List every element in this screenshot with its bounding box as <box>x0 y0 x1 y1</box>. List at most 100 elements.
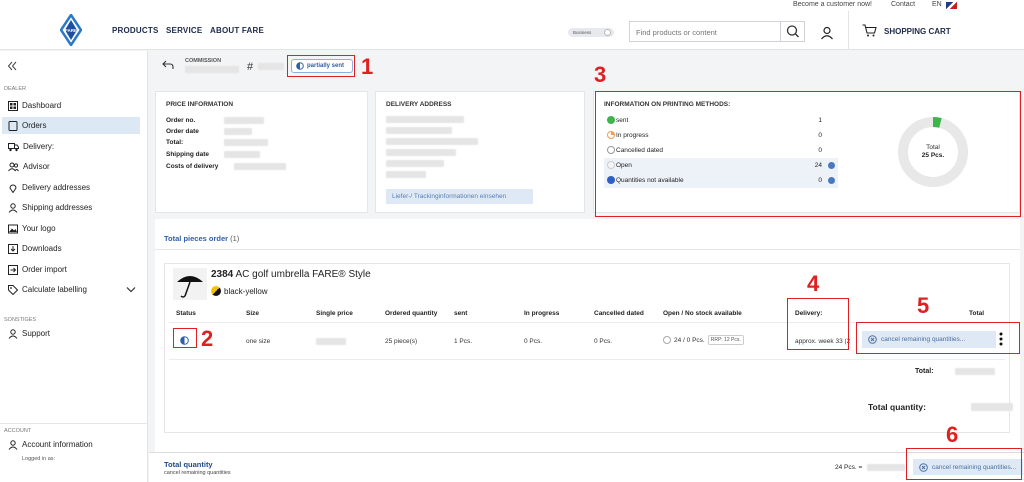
search-input[interactable] <box>630 23 778 42</box>
address-line-redacted <box>386 160 444 167</box>
annotation-box-1 <box>287 55 355 77</box>
row-divider <box>169 359 1005 360</box>
col-sent: sent <box>454 310 468 317</box>
nav-products[interactable]: PRODUCTS <box>112 26 159 35</box>
col-single-price: Single price <box>316 310 353 317</box>
order-date-label: Order date <box>166 128 199 135</box>
bottom-value-redacted <box>867 464 905 471</box>
address-line-redacted <box>386 116 464 123</box>
search-button[interactable] <box>780 22 804 41</box>
bottom-summary-bar: Total quantity cancel remaining quantiti… <box>149 452 1024 482</box>
sidebar-item-order-import[interactable]: Order import <box>2 261 140 278</box>
tag-icon <box>8 284 18 295</box>
address-line-redacted <box>386 171 426 178</box>
cell-price-redacted <box>316 338 346 345</box>
address-line-redacted <box>386 138 478 145</box>
sidebar-item-dashboard[interactable]: Dashboard <box>2 97 140 114</box>
people-icon <box>8 162 19 171</box>
delivery-address-title: DELIVERY ADDRESS <box>386 101 452 108</box>
sidebar-item-shipping-addresses[interactable]: Shipping addresses <box>2 199 140 216</box>
annotation-box-6 <box>906 448 1022 480</box>
tracking-info-button[interactable]: Liefer-/ Trackinginformationen einsehen <box>386 189 533 204</box>
import-icon <box>8 264 18 275</box>
cart-icon <box>862 24 877 37</box>
annotation-number-2: 2 <box>201 326 214 351</box>
col-status: Status <box>176 310 196 317</box>
truck-icon <box>8 142 19 151</box>
cell-cancelled: 0 Pcs. <box>594 338 613 345</box>
sidebar-item-delivery-addresses[interactable]: Delivery addresses <box>2 179 140 196</box>
price-info-title: PRICE INFORMATION <box>166 101 234 108</box>
col-open: Open / No stock available <box>663 310 742 317</box>
sidebar-item-label: Support <box>22 329 51 338</box>
total-label: Total: <box>915 368 934 375</box>
bottom-pcs: 24 Pcs. = <box>835 464 863 471</box>
tracking-info-label: Liefer-/ Trackinginformationen einsehen <box>392 193 507 200</box>
lock-icon <box>604 29 611 36</box>
person-pin-icon <box>8 202 18 213</box>
user-icon[interactable] <box>820 26 834 40</box>
search-icon <box>786 25 799 38</box>
sidebar-item-label: Downloads <box>22 244 62 253</box>
product-title: 2384 AC golf umbrella FARE® Style <box>211 269 371 280</box>
section-account: ACCOUNT <box>4 428 32 434</box>
total-quantity-redacted <box>971 403 1013 411</box>
business-toggle[interactable]: Business <box>568 28 614 37</box>
sidebar-item-your-logo[interactable]: Your logo <box>2 220 140 237</box>
uk-flag-icon <box>946 2 957 9</box>
nav-service[interactable]: SERVICE <box>166 26 202 35</box>
pin-icon <box>9 184 17 193</box>
sidebar-item-calculate-labelling[interactable]: Calculate labelling <box>2 281 140 298</box>
nav-about[interactable]: ABOUT FARE <box>210 26 264 35</box>
sidebar-item-downloads[interactable]: Downloads <box>2 240 140 257</box>
sidebar-item-orders[interactable]: Orders <box>2 117 140 134</box>
bottom-subtitle: cancel remaining quantities <box>164 470 231 476</box>
speedometer-icon <box>8 100 18 111</box>
hash-symbol: # <box>247 61 254 73</box>
collapse-chevron-icon[interactable] <box>7 61 17 71</box>
total-value-redacted <box>955 368 995 375</box>
shipping-date-label: Shipping date <box>166 151 209 158</box>
language-link[interactable]: EN <box>932 1 942 8</box>
image-icon <box>8 224 18 233</box>
tab-total-pieces[interactable]: Total pieces order (1) <box>164 234 239 243</box>
download-icon <box>8 243 18 254</box>
sidebar-item-label: Advisor <box>23 162 50 171</box>
delivery-address-card: DELIVERY ADDRESS Liefer-/ Trackinginform… <box>375 91 585 213</box>
become-customer-link[interactable]: Become a customer now! <box>793 1 872 8</box>
annotation-number-3: 3 <box>594 62 607 87</box>
sidebar-item-label: Delivery: <box>23 142 55 151</box>
sidebar-item-label: Account information <box>22 440 93 449</box>
back-arrow-icon[interactable] <box>162 60 174 70</box>
col-cancelled: Cancelled dated <box>594 310 644 317</box>
orders-icon <box>8 120 18 131</box>
sidebar-item-label: Shipping addresses <box>22 203 93 212</box>
cell-ordered: 25 piece(s) <box>385 338 418 345</box>
total-label: Total: <box>166 139 184 146</box>
toggle-label: Business <box>573 30 592 35</box>
col-ordered-quantity: Ordered quantity <box>385 310 438 317</box>
total-quantity-label: Total quantity: <box>868 402 926 412</box>
sidebar-item-label: Orders <box>22 121 47 130</box>
sidebar-item-account-information[interactable]: Account information <box>2 436 140 453</box>
sidebar-item-label: Your logo <box>22 224 56 233</box>
sidebar-item-advisor[interactable]: Advisor <box>2 158 140 175</box>
cell-sent: 1 Pcs. <box>454 338 473 345</box>
section-dealer: DEALER <box>4 86 27 92</box>
cart-label: SHOPPING CART <box>884 27 951 36</box>
col-size: Size <box>246 310 260 317</box>
contact-link[interactable]: Contact <box>891 1 915 8</box>
chevron-down-icon[interactable] <box>126 286 136 293</box>
address-line-redacted <box>386 127 452 134</box>
umbrella-image <box>173 268 207 300</box>
search-box <box>629 21 805 42</box>
sidebar-item-delivery[interactable]: Delivery: <box>2 138 140 155</box>
section-other: SONSTIGES <box>4 317 37 323</box>
annotation-box-3 <box>595 91 1021 217</box>
cell-open: 24 / 0 Pcs. RRP: 12 Pcs. <box>663 335 744 345</box>
shopping-cart-button[interactable]: SHOPPING CART <box>848 11 1024 50</box>
bottom-title: Total quantity <box>164 460 213 469</box>
annotation-box-2 <box>173 328 197 348</box>
fare-logo-icon[interactable]: FARE <box>60 14 82 46</box>
sidebar-item-support[interactable]: Support <box>2 325 140 342</box>
